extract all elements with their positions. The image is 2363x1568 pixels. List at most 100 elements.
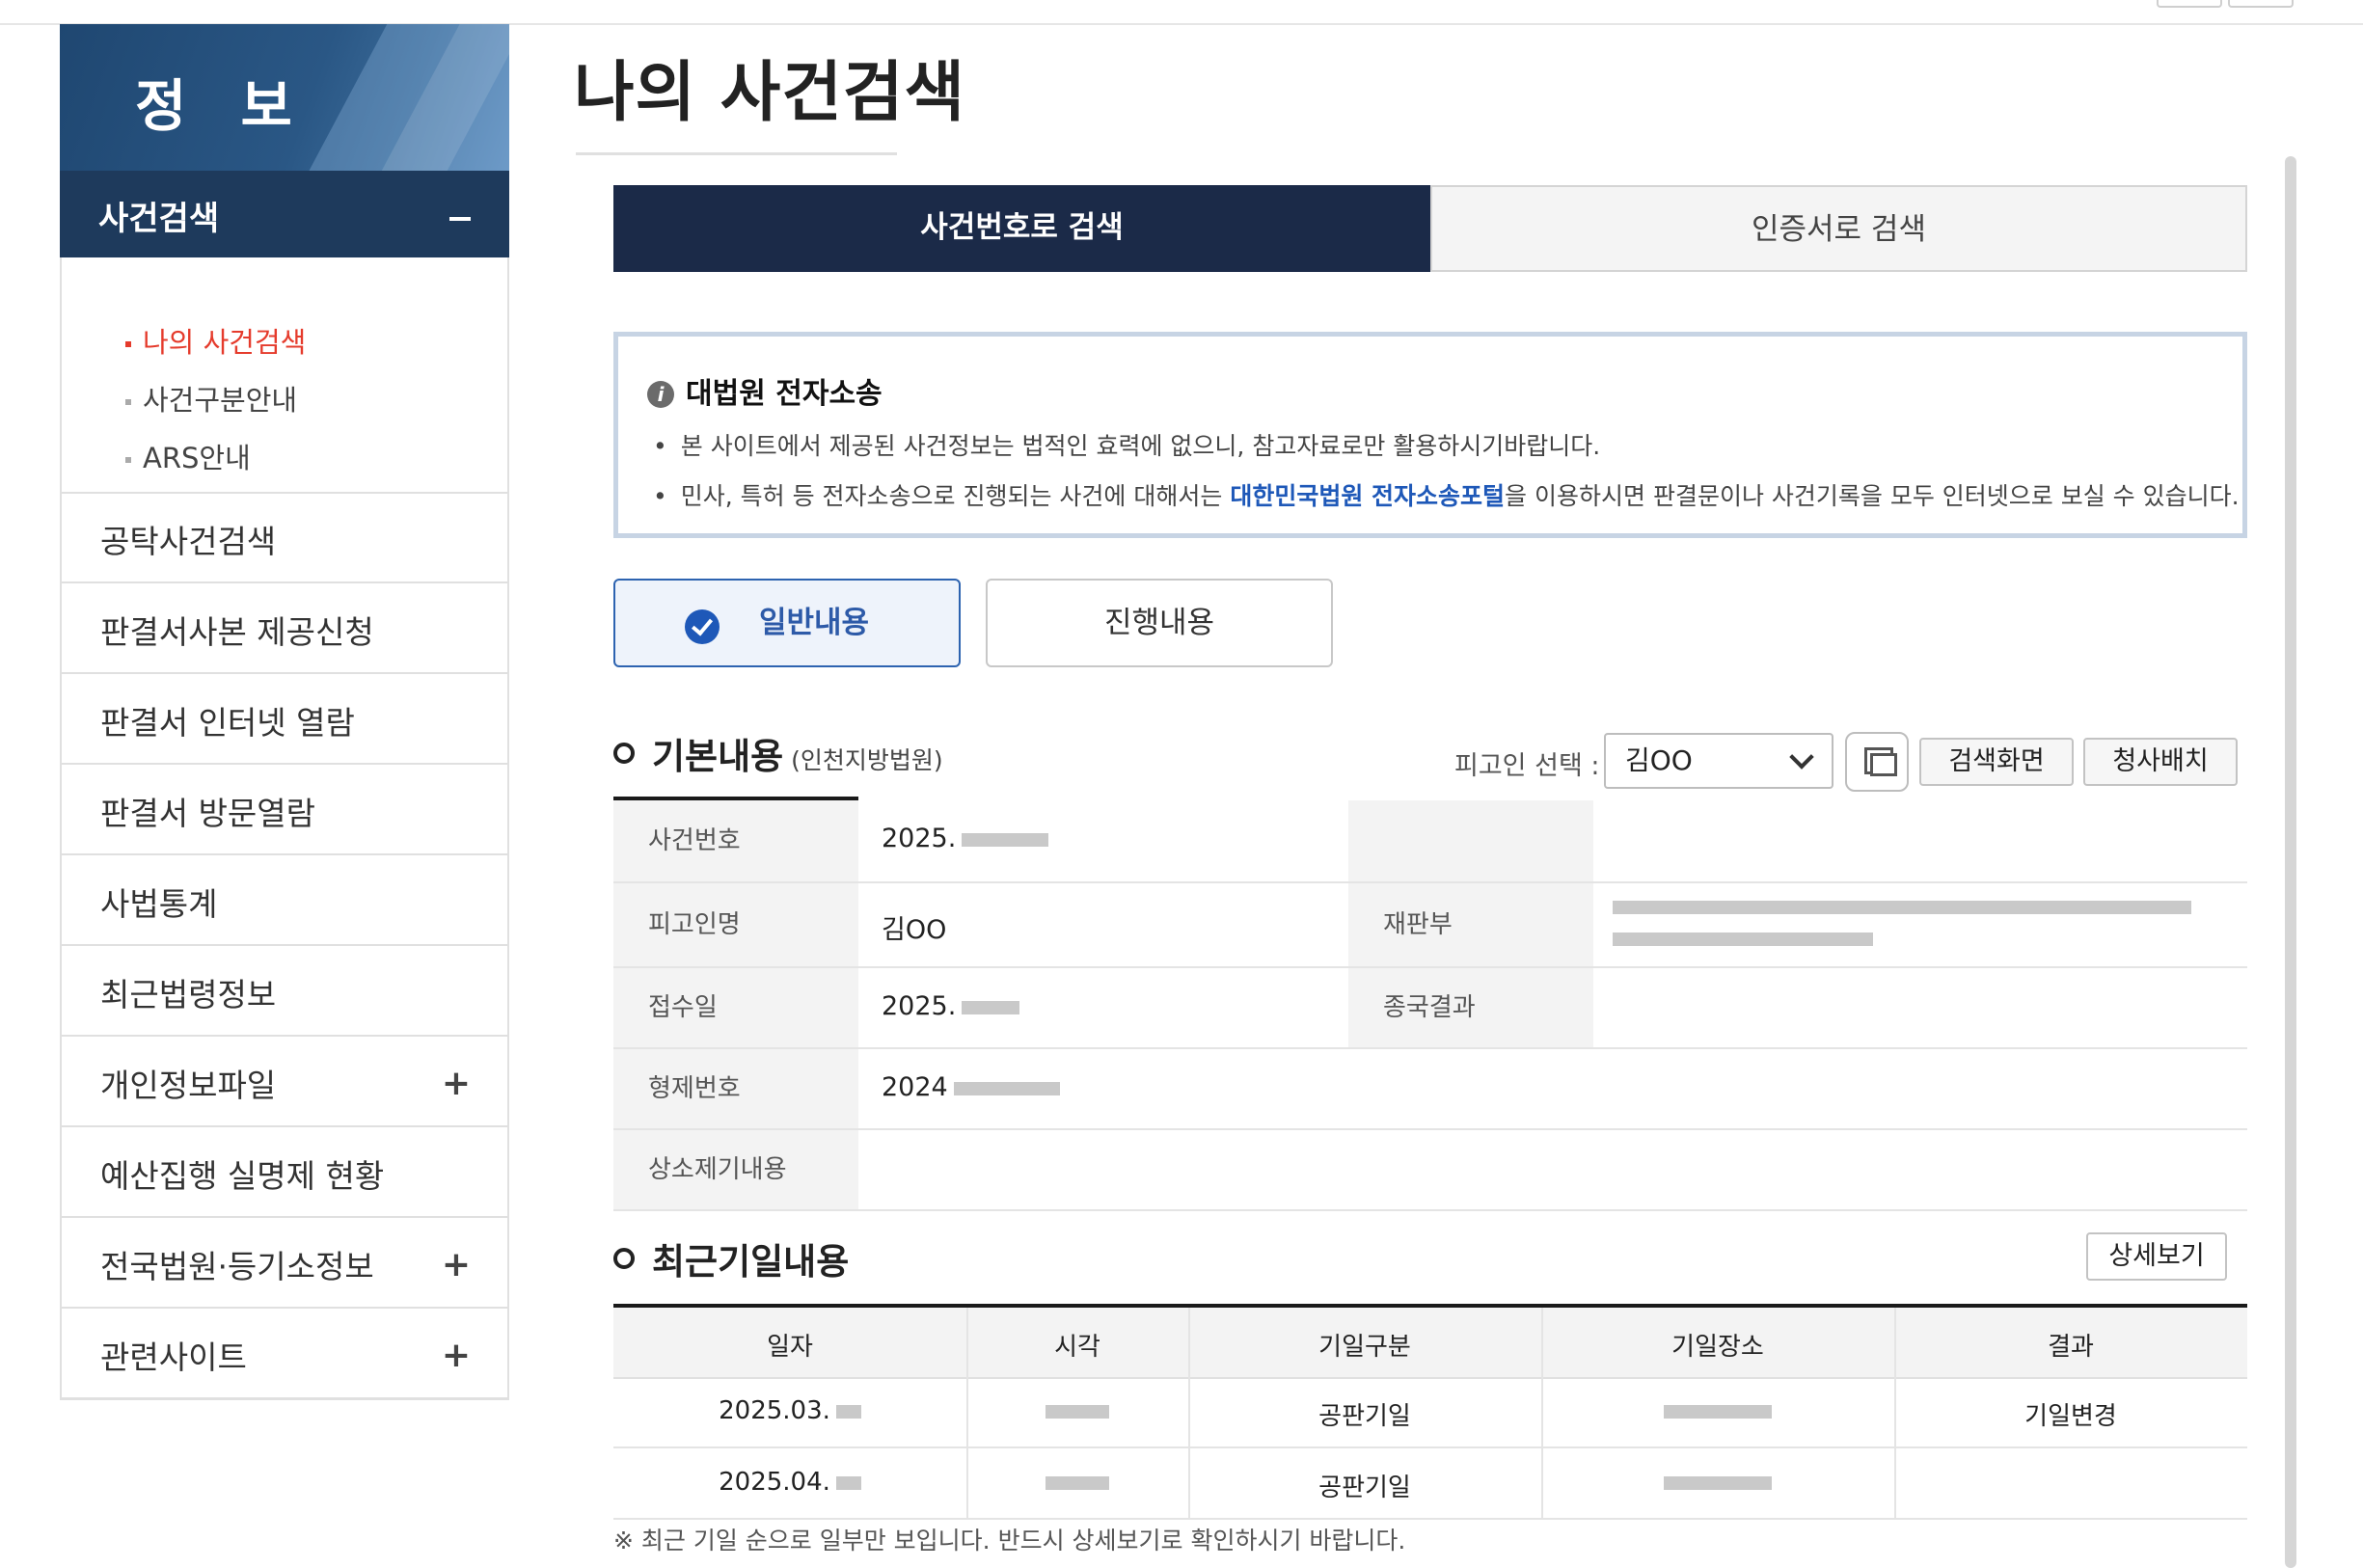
row-label: 피고인명 bbox=[613, 883, 858, 966]
row-label: 형제번호 bbox=[613, 1049, 858, 1128]
top-control-button[interactable] bbox=[2157, 0, 2222, 8]
sidebar-item-judgment-copy[interactable]: 판결서사본 제공신청 bbox=[62, 583, 507, 674]
submenu: 나의 사건검색 사건구분안내 ARS안내 bbox=[62, 257, 507, 494]
section-title-recent: 최근기일내용 bbox=[652, 1241, 850, 1283]
row-label: 접수일 bbox=[613, 968, 858, 1047]
sidebar: 정 보 사건검색 나의 사건검색 사건구분안내 ARS안내 공탁사건검색 판결서… bbox=[60, 24, 509, 1400]
redacted-mark bbox=[953, 1081, 1060, 1095]
sidebar-item-judgment-visit[interactable]: 판결서 방문열람 bbox=[62, 765, 507, 855]
expand-icon: + bbox=[441, 1336, 471, 1375]
sidebar-item-label: 전국법원·등기소정보 bbox=[100, 1248, 374, 1285]
court-name: (인천지방법원) bbox=[791, 746, 943, 774]
notice-line-text: 을 이용하시면 판결문이나 사건기록을 모두 인터넷으로 보실 수 있습니다. bbox=[1505, 482, 2240, 510]
redacted-mark bbox=[1664, 1475, 1772, 1490]
sidebar-item-label: 개인정보파일 bbox=[100, 1067, 277, 1104]
check-circle-icon bbox=[685, 609, 720, 644]
redacted-mark bbox=[1613, 933, 1873, 946]
general-content-toggle[interactable]: 일반내용 bbox=[613, 579, 961, 667]
defendant-select[interactable]: 김OO bbox=[1604, 733, 1833, 789]
section-title-basic: 기본내용 (인천지방법원) bbox=[652, 727, 943, 779]
notice-line-text: 민사, 특허 등 전자소송으로 진행되는 사건에 대해서는 bbox=[680, 482, 1231, 510]
popup-window-button[interactable] bbox=[1845, 732, 1909, 792]
e-litigation-portal-link[interactable]: 대한민국법원 전자소송포털 bbox=[1230, 482, 1505, 510]
title-divider bbox=[576, 152, 897, 155]
sidebar-item-recent-laws[interactable]: 최근법령정보 bbox=[62, 946, 507, 1037]
sidebar-item-label: 사법통계 bbox=[100, 885, 218, 923]
date-cell: 2025.04. bbox=[613, 1468, 966, 1497]
redacted-mark bbox=[835, 1475, 861, 1490]
top-bar bbox=[0, 0, 2363, 25]
redacted-mark bbox=[962, 832, 1049, 847]
row-label-empty bbox=[1348, 800, 1593, 881]
defendant-select-label: 피고인 선택 : bbox=[1454, 751, 1600, 781]
sidebar-item-judgment-online[interactable]: 판결서 인터넷 열람 bbox=[62, 674, 507, 765]
bullet-icon: • bbox=[653, 432, 667, 460]
tab-search-by-case-number[interactable]: 사건번호로 검색 bbox=[613, 185, 1430, 272]
row-label: 재판부 bbox=[1348, 883, 1593, 966]
search-screen-button[interactable]: 검색화면 bbox=[1919, 738, 2074, 786]
sidebar-item-judicial-statistics[interactable]: 사법통계 bbox=[62, 855, 507, 946]
notice-heading: i 대법원 전자소송 bbox=[647, 369, 883, 412]
row-label: 사건번호 bbox=[613, 800, 858, 881]
tab-search-by-certificate[interactable]: 인증서로 검색 bbox=[1430, 185, 2247, 272]
sidebar-item-label: 최근법령정보 bbox=[100, 976, 277, 1014]
sidebar-item-budget[interactable]: 예산집행 실명제 현황 bbox=[62, 1127, 507, 1218]
date-text: 2025.04. bbox=[719, 1468, 830, 1497]
page-scrollbar[interactable] bbox=[2285, 156, 2296, 1568]
notice-heading-text: 대법원 전자소송 bbox=[686, 377, 883, 411]
courthouse-layout-button[interactable]: 청사배치 bbox=[2083, 738, 2238, 786]
progress-content-toggle[interactable]: 진행내용 bbox=[986, 579, 1333, 667]
sidebar-item-related-sites[interactable]: 관련사이트 + bbox=[62, 1309, 507, 1399]
sidebar-item-courts-registry[interactable]: 전국법원·등기소정보 + bbox=[62, 1218, 507, 1309]
sidebar-item-label: 판결서 인터넷 열람 bbox=[100, 704, 355, 742]
bullet-icon: • bbox=[653, 482, 667, 510]
sidebar-item-label: 판결서 방문열람 bbox=[100, 795, 316, 832]
sidebar-title: 정 보 bbox=[135, 73, 310, 139]
redacted-mark bbox=[835, 1404, 861, 1419]
defendant-select-value: 김OO bbox=[1625, 744, 1693, 776]
column-header: 기일장소 bbox=[1671, 1333, 1764, 1362]
sidebar-item-privacy-files[interactable]: 개인정보파일 + bbox=[62, 1037, 507, 1127]
toggle-label: 일반내용 bbox=[758, 606, 870, 640]
footnote: ※ 최근 기일 순으로 일부만 보입니다. 반드시 상세보기로 확인하시기 바랍… bbox=[613, 1527, 1406, 1554]
type-cell: 공판기일 bbox=[1318, 1402, 1411, 1431]
sidebar-item-case-search[interactable]: 사건검색 bbox=[60, 171, 509, 257]
submenu-item-case-types[interactable]: 사건구분안내 bbox=[125, 378, 297, 419]
case-number-value: 2025. bbox=[882, 824, 1049, 853]
related-number-text: 2024 bbox=[882, 1072, 948, 1102]
table-row: 2025.03. 공판기일 기일변경 bbox=[613, 1377, 2247, 1448]
sidebar-header: 정 보 bbox=[60, 24, 509, 171]
redacted-mark bbox=[1664, 1404, 1772, 1419]
result-cell: 기일변경 bbox=[2024, 1402, 2117, 1431]
submenu-label: ARS안내 bbox=[143, 442, 251, 474]
submenu-item-ars[interactable]: ARS안내 bbox=[125, 436, 251, 476]
row-label: 상소제기내용 bbox=[613, 1130, 858, 1209]
place-cell bbox=[1541, 1468, 1894, 1497]
bullet-icon bbox=[125, 399, 131, 405]
table-row: 형제번호 2024 bbox=[613, 1049, 2247, 1130]
column-divider bbox=[1894, 1308, 1896, 1518]
submenu-item-my-case-search[interactable]: 나의 사건검색 bbox=[125, 320, 306, 361]
section-bullet-icon bbox=[613, 1248, 635, 1269]
notice-box: i 대법원 전자소송 • 본 사이트에서 제공된 사건정보는 법적인 효력에 없으니… bbox=[613, 332, 2247, 538]
column-header: 일자 bbox=[767, 1333, 813, 1362]
time-cell bbox=[966, 1468, 1188, 1497]
top-control-button[interactable] bbox=[2228, 0, 2294, 8]
column-header: 기일구분 bbox=[1318, 1333, 1411, 1362]
sidebar-item-deposit-search[interactable]: 공탁사건검색 bbox=[62, 493, 507, 583]
column-header: 시각 bbox=[1054, 1333, 1100, 1362]
chevron-down-icon bbox=[1789, 744, 1814, 770]
date-cell: 2025.03. bbox=[613, 1396, 966, 1425]
sidebar-item-label: 예산집행 실명제 현황 bbox=[100, 1157, 385, 1195]
info-icon: i bbox=[647, 381, 674, 408]
time-cell bbox=[966, 1396, 1188, 1425]
date-text: 2025.03. bbox=[719, 1396, 830, 1425]
submenu-label: 사건구분안내 bbox=[143, 384, 298, 417]
detail-view-button[interactable]: 상세보기 bbox=[2086, 1232, 2227, 1281]
table-row: 피고인명 김OO 재판부 bbox=[613, 883, 2247, 968]
redacted-mark bbox=[1613, 900, 2191, 914]
redacted-mark bbox=[962, 1000, 1020, 1014]
submenu-label: 나의 사건검색 bbox=[143, 326, 307, 359]
notice-line: • 본 사이트에서 제공된 사건정보는 법적인 효력에 없으니, 참고자료로만 활… bbox=[653, 427, 1600, 462]
section-title-text: 기본내용 bbox=[652, 736, 784, 777]
